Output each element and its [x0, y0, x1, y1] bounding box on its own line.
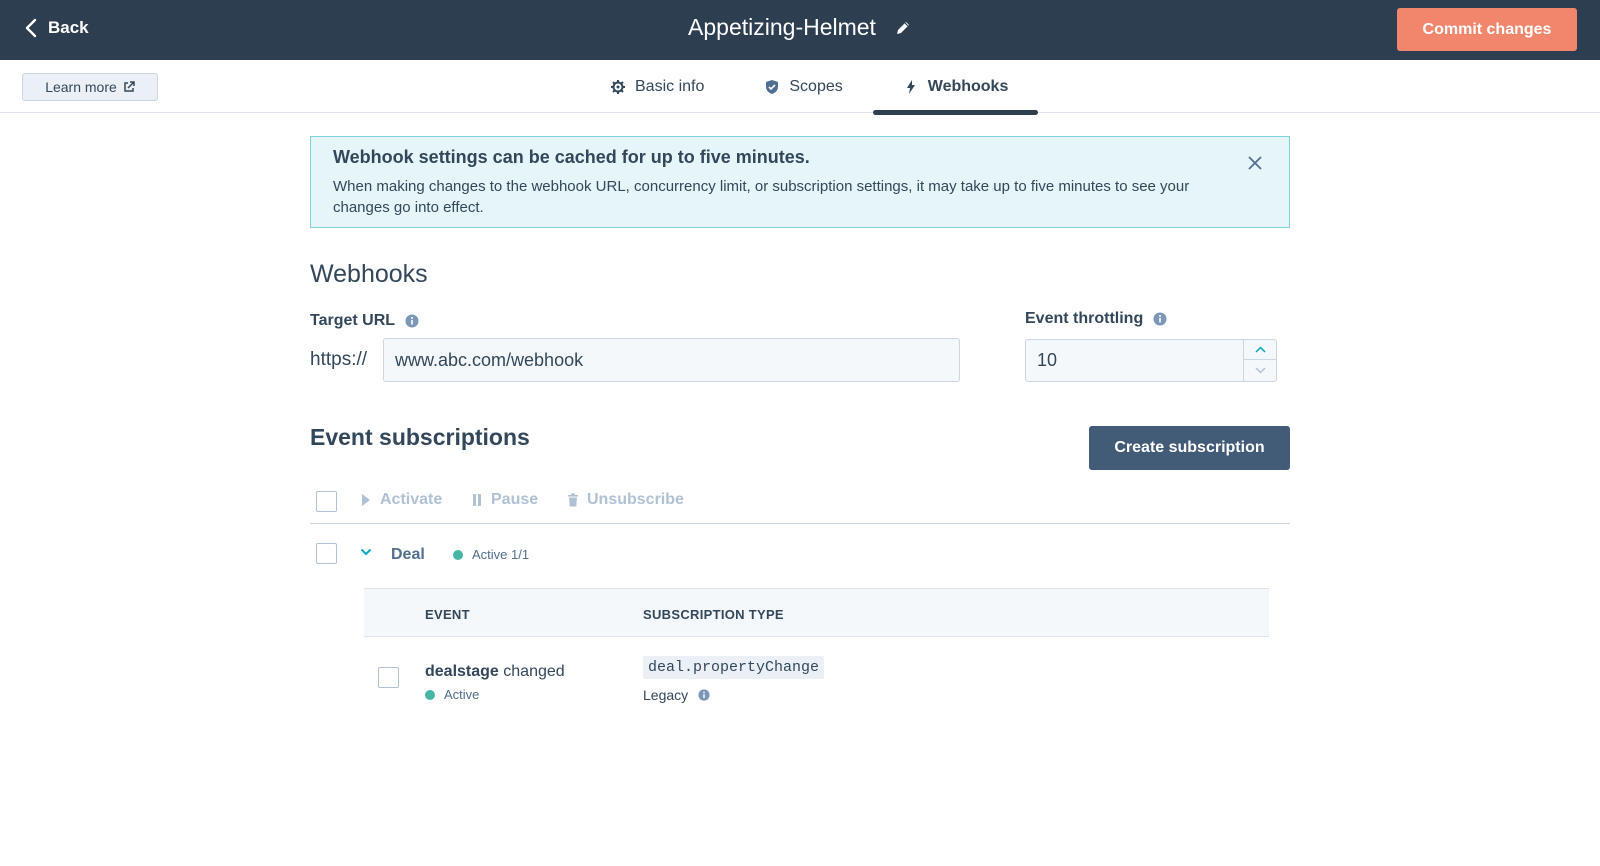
alert-title: Webhook settings can be cached for up to…	[333, 147, 810, 167]
subscription-type-code: deal.propertyChange	[643, 656, 825, 679]
legacy-note: Legacy	[643, 687, 710, 703]
info-icon[interactable]	[405, 314, 419, 328]
chevron-up-icon	[1254, 346, 1266, 353]
close-icon[interactable]	[1247, 155, 1263, 171]
increment-button[interactable]	[1244, 340, 1276, 360]
unsubscribe-button[interactable]: Unsubscribe	[567, 491, 684, 509]
target-url-label: Target URL	[310, 312, 396, 329]
row-status-label: Active	[444, 687, 480, 702]
trash-icon	[568, 493, 578, 507]
webhooks-section-title: Webhooks	[310, 260, 428, 288]
tab-scopes[interactable]: Scopes	[734, 60, 872, 113]
learn-more-button[interactable]: Learn more	[22, 73, 158, 101]
table-header: EVENT SUBSCRIPTION TYPE	[364, 588, 1269, 637]
row-status: Active	[425, 687, 479, 702]
event-property: dealstage	[425, 663, 499, 680]
gear-icon	[611, 79, 625, 94]
subscription-group-deal: Deal Active 1/1	[310, 540, 1290, 570]
pause-button[interactable]: Pause	[471, 491, 538, 509]
event-name: dealstage changed	[425, 663, 565, 681]
group-name: Deal	[391, 546, 425, 563]
tab-label: Basic info	[635, 77, 705, 95]
select-all-checkbox[interactable]	[316, 491, 337, 512]
commit-changes-button[interactable]: Commit changes	[1397, 8, 1577, 51]
event-throttling-label-row: Event throttling	[1025, 310, 1167, 328]
tab-list: Basic info Scopes Webhooks	[580, 60, 1039, 115]
pause-label: Pause	[491, 491, 539, 508]
bulk-action-bar: Activate Pause Unsubscribe	[310, 488, 1290, 524]
pause-icon	[473, 494, 481, 506]
pencil-icon[interactable]	[894, 19, 912, 37]
target-url-label-row: Target URL	[310, 312, 419, 330]
event-subscriptions-title: Event subscriptions	[310, 424, 530, 450]
legacy-label: Legacy	[643, 687, 689, 703]
create-subscription-button[interactable]: Create subscription	[1089, 426, 1290, 470]
group-status: Active 1/1	[453, 547, 529, 562]
app-title: Appetizing-Helmet	[688, 14, 876, 40]
table-row: dealstage changed Active deal.propertyCh…	[364, 637, 1269, 721]
group-checkbox[interactable]	[316, 543, 337, 564]
event-throttling-input[interactable]	[1026, 340, 1244, 381]
app-title-container: Appetizing-Helmet	[0, 14, 1600, 41]
event-throttling-field	[1025, 339, 1277, 382]
learn-more-label: Learn more	[45, 79, 117, 95]
unsubscribe-label: Unsubscribe	[587, 491, 684, 508]
tab-label: Scopes	[789, 77, 843, 95]
status-dot	[453, 549, 463, 560]
tab-basic-info[interactable]: Basic info	[580, 60, 734, 113]
url-prefix: https://	[310, 349, 368, 370]
group-status-label: Active 1/1	[472, 547, 530, 562]
target-url-input[interactable]	[383, 338, 960, 382]
chevron-down-icon[interactable]	[360, 548, 372, 556]
play-icon	[362, 494, 370, 506]
subscription-table: EVENT SUBSCRIPTION TYPE dealstage change…	[364, 588, 1269, 721]
cache-alert: Webhook settings can be cached for up to…	[310, 136, 1290, 228]
row-checkbox[interactable]	[378, 667, 399, 688]
lightning-icon	[906, 79, 915, 94]
sub-navigation: Learn more Basic info Scopes Webhooks	[0, 60, 1600, 115]
top-bar: Back Appetizing-Helmet Commit changes	[0, 0, 1600, 60]
chevron-down-icon	[1254, 366, 1266, 374]
event-throttling-label: Event throttling	[1025, 310, 1144, 327]
alert-body: When making changes to the webhook URL, …	[333, 178, 1190, 216]
tab-label: Webhooks	[927, 77, 1009, 95]
event-action: changed	[503, 663, 565, 680]
activate-button[interactable]: Activate	[360, 491, 442, 509]
quantity-stepper	[1243, 340, 1276, 381]
info-icon[interactable]	[1153, 312, 1167, 326]
tab-webhooks[interactable]: Webhooks	[872, 60, 1039, 115]
shield-icon	[766, 79, 779, 94]
column-header-event: EVENT	[425, 607, 470, 622]
external-link-icon	[124, 81, 135, 92]
info-icon[interactable]	[698, 689, 710, 701]
column-header-subscription-type: SUBSCRIPTION TYPE	[643, 607, 784, 622]
status-dot	[425, 689, 435, 700]
activate-label: Activate	[380, 491, 443, 508]
decrement-button[interactable]	[1244, 360, 1276, 380]
